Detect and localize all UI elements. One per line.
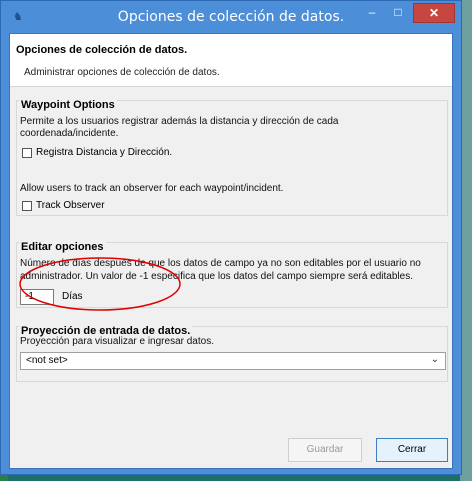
minimize-button[interactable]: – xyxy=(359,3,385,23)
track-observer-label[interactable]: Track Observer xyxy=(36,200,105,211)
dialog-window: ♞ Opciones de colección de datos. – □ ✕ … xyxy=(0,0,462,475)
dialog-header-description: Administrar opciones de colección de dat… xyxy=(24,67,220,78)
maximize-button[interactable]: □ xyxy=(385,3,411,23)
projection-description: Proyección para visualizar e ingresar da… xyxy=(20,336,214,347)
waypoint-description-line2: coordenada/incidente. xyxy=(20,128,119,139)
projection-select-value: <not set> xyxy=(26,355,68,366)
projection-select[interactable]: <not set> ⌄ xyxy=(20,352,446,370)
days-unit-label: Días xyxy=(62,291,83,302)
track-observer-checkbox[interactable] xyxy=(22,201,32,211)
waypoint-description-line1: Permite a los usuarios registrar además … xyxy=(20,116,339,127)
observer-description: Allow users to track an observer for eac… xyxy=(20,183,284,194)
save-button[interactable]: Guardar xyxy=(288,438,362,462)
edit-description-line2: administrador. Un valor de -1 especifica… xyxy=(20,271,413,282)
close-dialog-button[interactable]: Cerrar xyxy=(376,438,448,462)
edit-options-title: Editar opciones xyxy=(19,241,106,253)
distance-direction-label[interactable]: Registra Distancia y Dirección. xyxy=(36,147,172,158)
edit-description-line1: Número de días después de que los datos … xyxy=(20,258,421,269)
dialog-client-area: Opciones de colección de datos. Administ… xyxy=(9,33,453,469)
waypoint-options-title: Waypoint Options xyxy=(19,99,117,111)
title-bar[interactable]: ♞ Opciones de colección de datos. – □ ✕ xyxy=(1,1,461,33)
dialog-header: Opciones de colección de datos. Administ… xyxy=(10,34,452,87)
editable-days-input[interactable]: -1 xyxy=(20,289,54,305)
close-button[interactable]: ✕ xyxy=(413,3,455,23)
chevron-down-icon: ⌄ xyxy=(430,354,439,365)
distance-direction-checkbox[interactable] xyxy=(22,148,32,158)
dialog-header-title: Opciones de colección de datos. xyxy=(16,44,188,56)
